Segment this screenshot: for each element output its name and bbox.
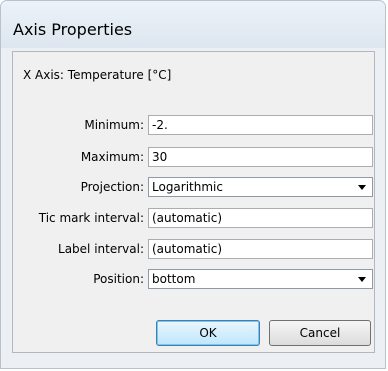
window-title: Axis Properties — [13, 20, 133, 39]
maximum-field[interactable]: 30 — [148, 147, 373, 167]
label-interval-field[interactable]: (automatic) — [148, 239, 373, 259]
position-select[interactable]: bottom — [148, 269, 373, 289]
title-bar[interactable]: Axis Properties — [1, 1, 385, 48]
label-interval-label: Label interval: — [58, 242, 144, 256]
minimum-label: Minimum: — [84, 118, 144, 132]
maximum-label: Maximum: — [80, 150, 144, 164]
chevron-down-icon — [358, 185, 366, 190]
projection-selected-value: Logarithmic — [152, 180, 223, 194]
position-selected-value: bottom — [152, 272, 196, 286]
ok-button[interactable]: OK — [156, 320, 260, 346]
axis-label: X Axis: Temperature [°C] — [23, 68, 172, 82]
minimum-field[interactable]: -2. — [148, 115, 373, 135]
tic-mark-interval-label: Tic mark interval: — [38, 211, 144, 225]
axis-properties-window: Axis Properties X Axis: Temperature [°C]… — [0, 0, 386, 369]
dialog-content: X Axis: Temperature [°C] Minimum: -2. Ma… — [12, 51, 375, 353]
projection-select[interactable]: Logarithmic — [148, 177, 373, 197]
projection-label: Projection: — [80, 180, 144, 194]
chevron-down-icon — [358, 277, 366, 282]
tic-mark-interval-field[interactable]: (automatic) — [148, 208, 373, 228]
cancel-button[interactable]: Cancel — [269, 320, 371, 346]
position-label: Position: — [93, 272, 144, 286]
